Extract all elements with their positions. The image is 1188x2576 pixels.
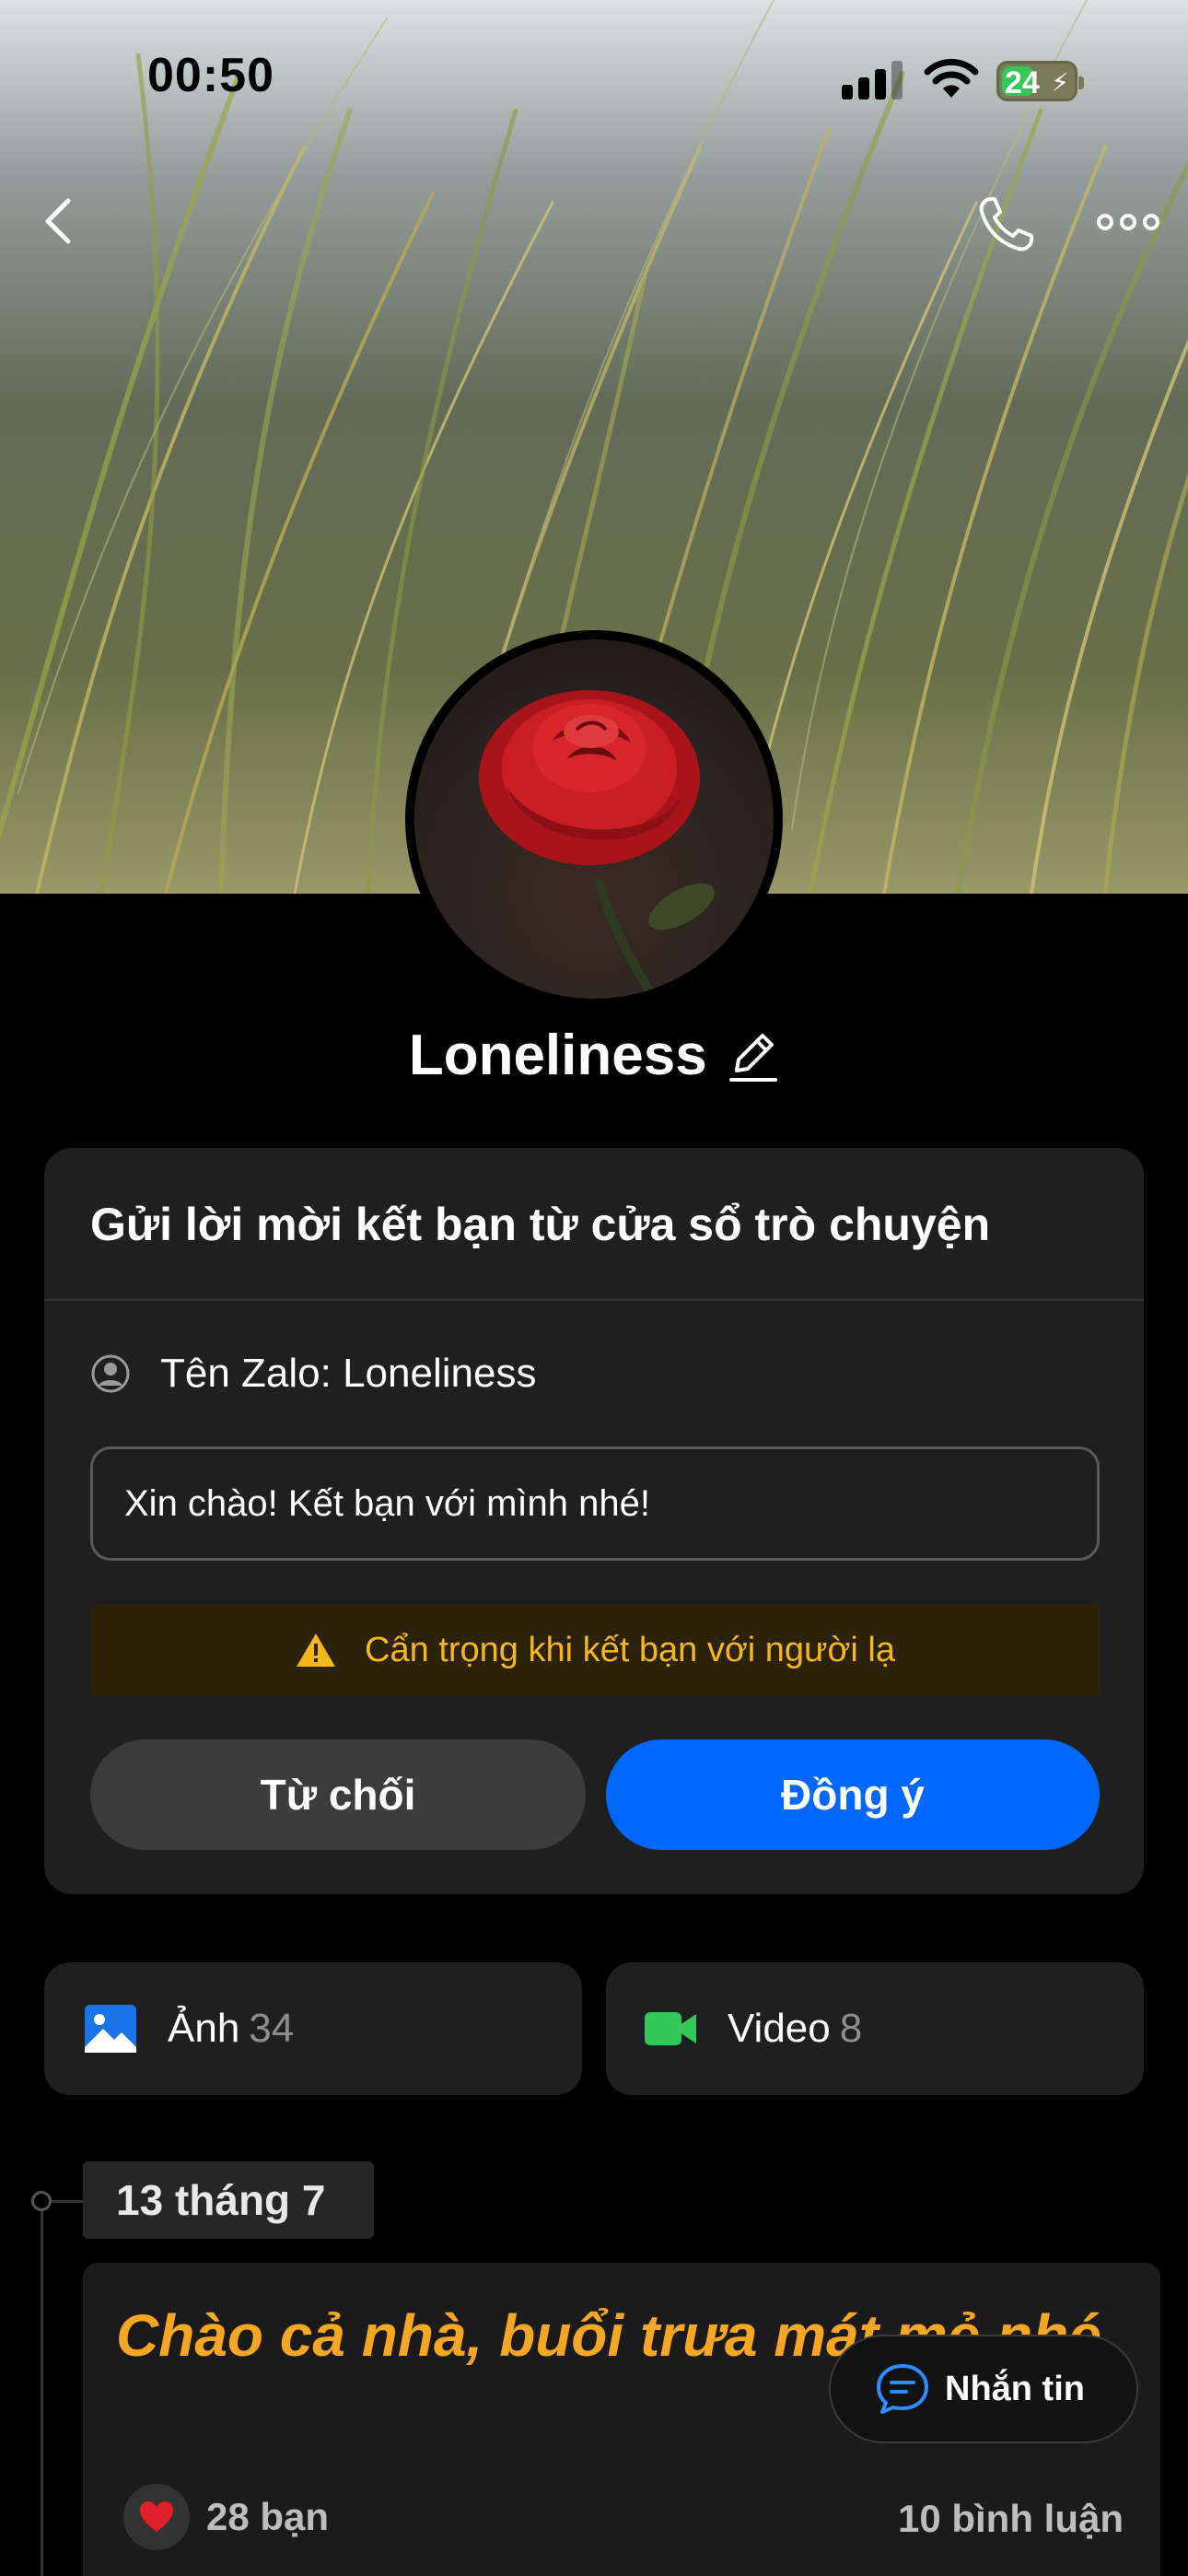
zalo-name-row: Tên Zalo: Loneliness bbox=[90, 1351, 536, 1397]
avatar[interactable] bbox=[405, 630, 783, 1008]
accept-button[interactable]: Đồng ý bbox=[606, 1739, 1100, 1850]
decline-button[interactable]: Từ chối bbox=[90, 1739, 586, 1850]
videos-tile[interactable]: Video 8 bbox=[606, 1962, 1144, 2095]
user-circle-icon bbox=[91, 1354, 130, 1393]
message-button[interactable]: Nhắn tin bbox=[829, 2335, 1138, 2443]
warning-icon bbox=[297, 1633, 336, 1667]
zalo-name: Tên Zalo: Loneliness bbox=[160, 1351, 537, 1396]
profile-name-row: Loneliness bbox=[0, 1023, 1188, 1088]
photos-tile[interactable]: Ảnh 34 bbox=[44, 1962, 582, 2095]
comments-count[interactable]: 10 bình luận bbox=[898, 2497, 1124, 2541]
request-message-field[interactable]: Xin chào! Kết bạn với mình nhé! bbox=[90, 1446, 1100, 1561]
message-button-label: Nhắn tin bbox=[945, 2369, 1085, 2408]
friend-request-card: Gửi lời mời kết bạn từ cửa sổ trò chuyện… bbox=[44, 1148, 1144, 1894]
friend-request-title: Gửi lời mời kết bạn từ cửa sổ trò chuyện bbox=[90, 1199, 991, 1250]
photo-icon bbox=[85, 2005, 136, 2053]
heart-icon[interactable] bbox=[123, 2484, 190, 2550]
timeline-dot bbox=[31, 2191, 52, 2211]
timeline-line bbox=[41, 2202, 43, 2576]
post-likes[interactable]: 28 bạn bbox=[123, 2484, 329, 2550]
back-icon[interactable] bbox=[37, 193, 83, 249]
more-icon[interactable] bbox=[1096, 208, 1160, 236]
chat-bubble-icon bbox=[877, 2364, 928, 2414]
signal-icon bbox=[842, 61, 903, 100]
status-time: 00:50 bbox=[147, 49, 274, 102]
timeline-date: 13 tháng 7 bbox=[83, 2161, 374, 2239]
phone-icon[interactable] bbox=[974, 192, 1039, 256]
stranger-warning: Cẩn trọng khi kết bạn với người lạ bbox=[90, 1605, 1100, 1695]
warning-text: Cẩn trọng khi kết bạn với người lạ bbox=[365, 1630, 895, 1669]
profile-name: Loneliness bbox=[408, 1024, 707, 1087]
divider bbox=[44, 1299, 1144, 1301]
edit-icon[interactable] bbox=[728, 1026, 779, 1085]
photos-count: 34 bbox=[249, 2006, 295, 2051]
likes-count: 28 bạn bbox=[206, 2495, 330, 2538]
videos-label: Video bbox=[728, 2006, 831, 2051]
battery-level: 24 bbox=[1005, 65, 1040, 100]
timeline-branch bbox=[52, 2200, 83, 2203]
wifi-icon bbox=[924, 58, 979, 98]
photos-label: Ảnh bbox=[168, 2006, 240, 2051]
battery-charging-icon: 24 ⚡ bbox=[996, 61, 1084, 101]
status-bar: 00:50 24 ⚡ bbox=[0, 0, 1188, 157]
video-icon bbox=[645, 2012, 696, 2045]
videos-count: 8 bbox=[839, 2006, 863, 2051]
rose-avatar-image bbox=[479, 690, 715, 999]
